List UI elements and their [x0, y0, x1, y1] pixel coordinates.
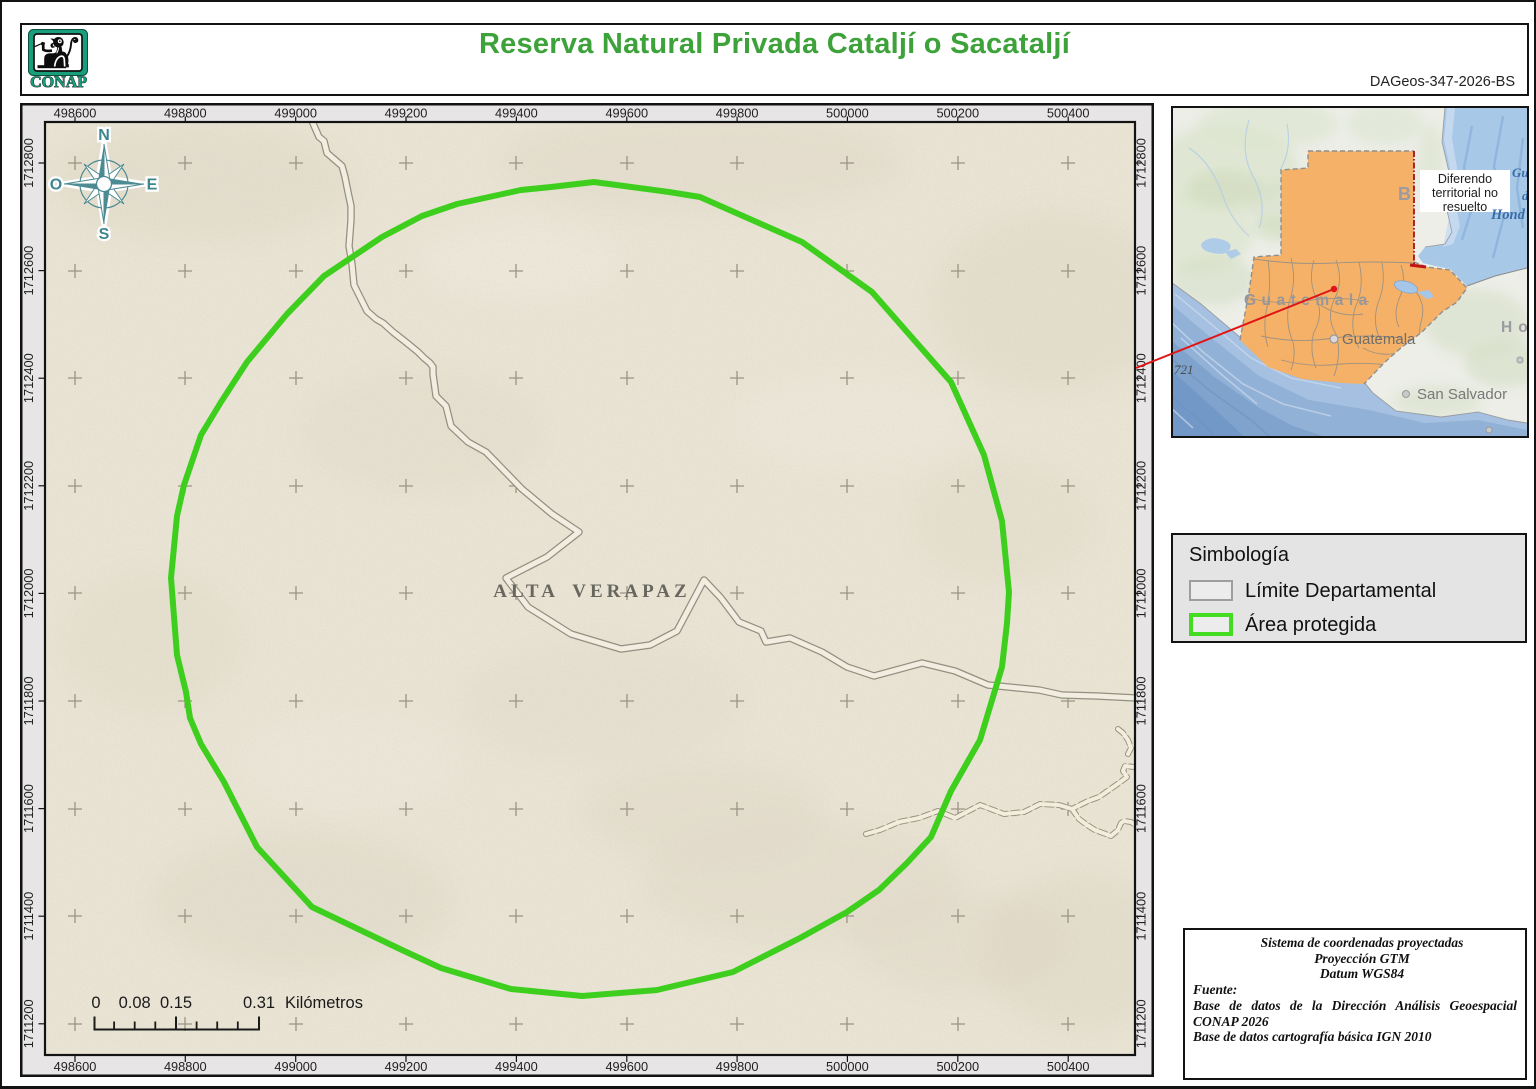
svg-text:1711800: 1711800 [21, 677, 36, 726]
svg-text:500200: 500200 [936, 1059, 979, 1074]
svg-text:500200: 500200 [936, 106, 979, 121]
svg-text:Ho: Ho [1501, 319, 1529, 336]
svg-text:500400: 500400 [1047, 1059, 1090, 1074]
svg-text:ALTA VERAPAZ: ALTA VERAPAZ [493, 581, 690, 602]
svg-text:1712800: 1712800 [21, 138, 36, 188]
svg-text:499600: 499600 [605, 1059, 648, 1074]
svg-text:499400: 499400 [495, 106, 538, 121]
svg-text:1712800: 1712800 [1134, 138, 1149, 188]
svg-text:500000: 500000 [826, 1059, 869, 1074]
svg-text:Hond: Hond [1490, 207, 1526, 223]
svg-text:499200: 499200 [385, 106, 428, 121]
svg-text:499200: 499200 [385, 1059, 428, 1074]
svg-text:500000: 500000 [826, 106, 869, 121]
svg-text:Kilómetros: Kilómetros [285, 994, 363, 1012]
svg-text:B: B [1398, 184, 1411, 204]
svg-text:1712400: 1712400 [21, 353, 36, 403]
svg-text:0.31: 0.31 [243, 994, 275, 1012]
svg-text:1711600: 1711600 [1134, 784, 1149, 833]
svg-text:498600: 498600 [54, 106, 97, 121]
svg-text:1711600: 1711600 [21, 784, 36, 833]
svg-text:499800: 499800 [716, 106, 759, 121]
svg-text:San Salvador: San Salvador [1417, 386, 1507, 403]
svg-text:resuelto: resuelto [1443, 200, 1488, 214]
svg-text:500400: 500400 [1047, 106, 1090, 121]
svg-text:498800: 498800 [164, 1059, 207, 1074]
svg-text:Diferendo: Diferendo [1438, 172, 1492, 186]
svg-text:0: 0 [91, 994, 100, 1012]
svg-text:1712000: 1712000 [21, 568, 36, 618]
svg-text:1712200: 1712200 [21, 461, 36, 511]
svg-text:S: S [99, 226, 110, 243]
svg-text:N: N [98, 127, 110, 144]
svg-text:1711200: 1711200 [1134, 999, 1149, 1048]
svg-text:1712600: 1712600 [21, 246, 36, 296]
svg-text:499600: 499600 [605, 106, 648, 121]
svg-text:Guatemala: Guatemala [1244, 292, 1373, 309]
svg-text:O: O [50, 177, 62, 194]
svg-text:1712400: 1712400 [1134, 353, 1149, 403]
svg-text:721: 721 [1174, 362, 1194, 377]
svg-text:499000: 499000 [274, 106, 317, 121]
svg-text:499400: 499400 [495, 1059, 538, 1074]
svg-text:1711400: 1711400 [21, 892, 36, 941]
svg-text:CONAP: CONAP [30, 74, 88, 91]
svg-text:0.08: 0.08 [119, 994, 151, 1012]
svg-text:Guatemala: Guatemala [1342, 331, 1416, 348]
svg-text:499000: 499000 [274, 1059, 317, 1074]
svg-text:498600: 498600 [54, 1059, 97, 1074]
svg-text:1711800: 1711800 [1134, 677, 1149, 726]
svg-text:1711400: 1711400 [1134, 892, 1149, 941]
svg-text:498800: 498800 [164, 106, 207, 121]
svg-text:1712000: 1712000 [1134, 568, 1149, 618]
svg-text:0.15: 0.15 [160, 994, 192, 1012]
svg-text:d: d [1522, 188, 1529, 203]
svg-text:1712600: 1712600 [1134, 246, 1149, 296]
svg-text:1712200: 1712200 [1134, 461, 1149, 511]
svg-text:Gu: Gu [1512, 165, 1529, 180]
svg-text:territorial no: territorial no [1432, 186, 1498, 200]
svg-text:1711200: 1711200 [21, 999, 36, 1048]
svg-text:E: E [147, 177, 158, 194]
svg-text:499800: 499800 [716, 1059, 759, 1074]
